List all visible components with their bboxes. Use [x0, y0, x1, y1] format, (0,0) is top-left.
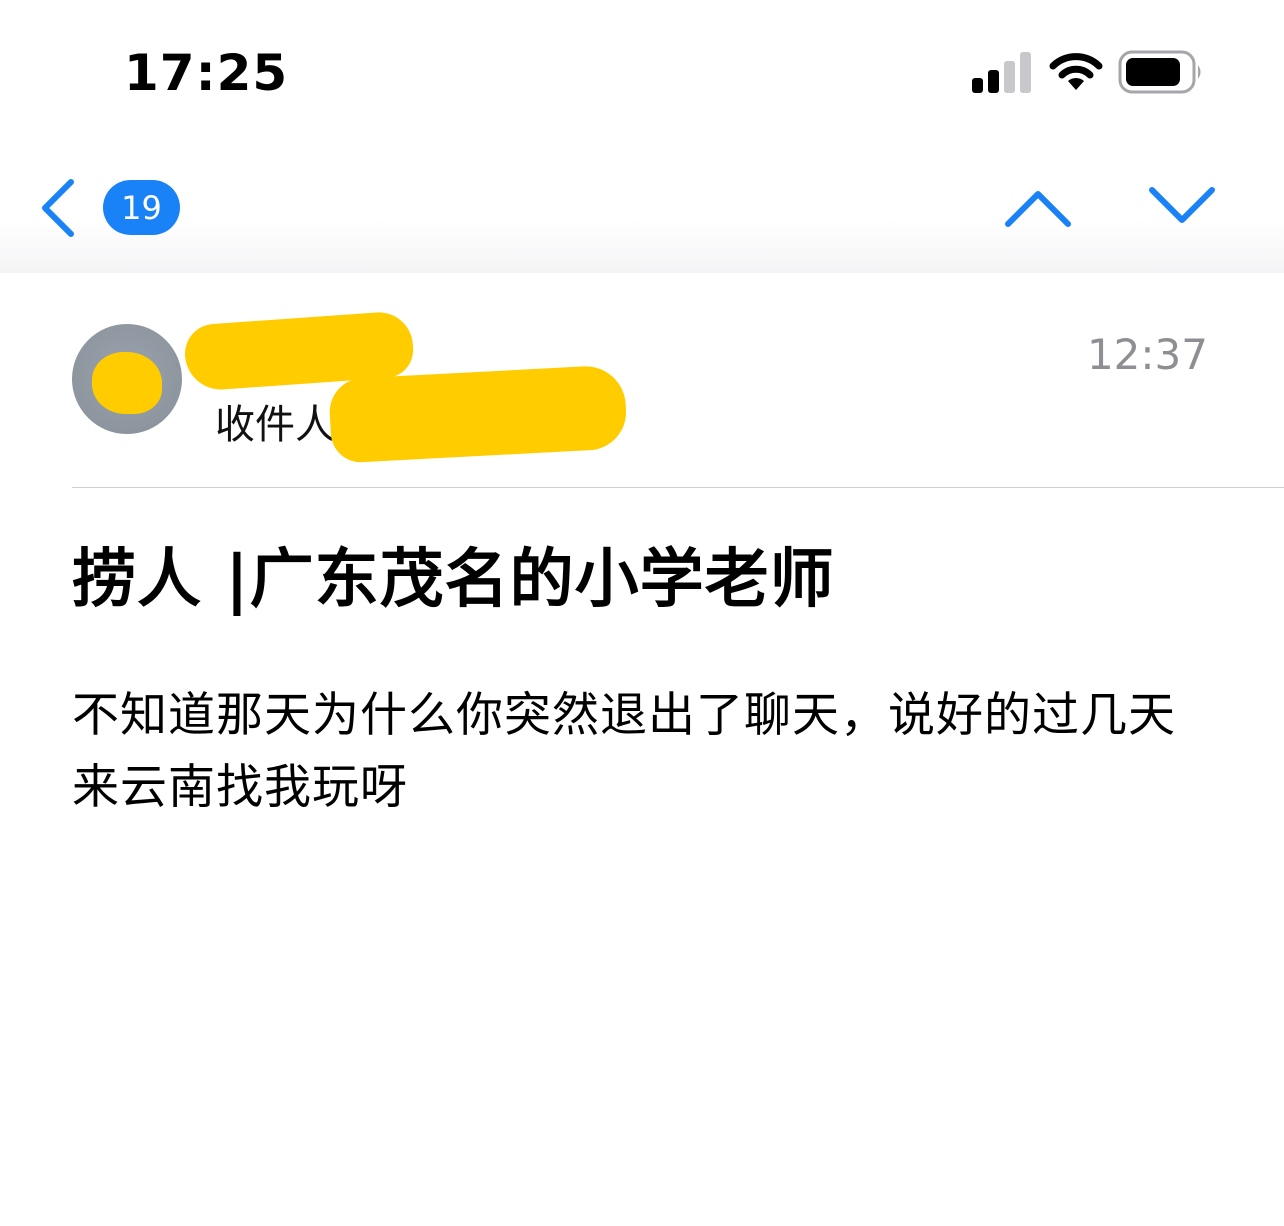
cellular-signal-icon — [972, 52, 1031, 93]
battery-icon — [1118, 50, 1201, 94]
avatar-redaction — [92, 352, 162, 414]
message-time: 12:37 — [1086, 330, 1208, 379]
recipient-label: 收件人 — [215, 402, 335, 448]
header-divider — [72, 487, 1284, 488]
message-subject: 捞人 |广东茂名的小学老师 — [72, 543, 835, 617]
sender-avatar[interactable] — [72, 324, 182, 434]
unread-count-badge[interactable]: 19 — [103, 180, 180, 235]
status-time: 17:25 — [124, 44, 289, 102]
message-body: 不知道那天为什么你突然退出了聊天，说好的过几天来云南找我玩呀 — [72, 688, 1176, 815]
status-bar: 17:25 — [0, 0, 1284, 140]
nav-bar: 19 — [0, 140, 1284, 273]
chevron-down-icon[interactable] — [1148, 186, 1216, 228]
chevron-up-icon[interactable] — [1004, 186, 1072, 228]
wifi-icon — [1049, 53, 1103, 90]
chevron-left-icon[interactable] — [38, 178, 78, 238]
recipient-redaction — [328, 364, 628, 464]
